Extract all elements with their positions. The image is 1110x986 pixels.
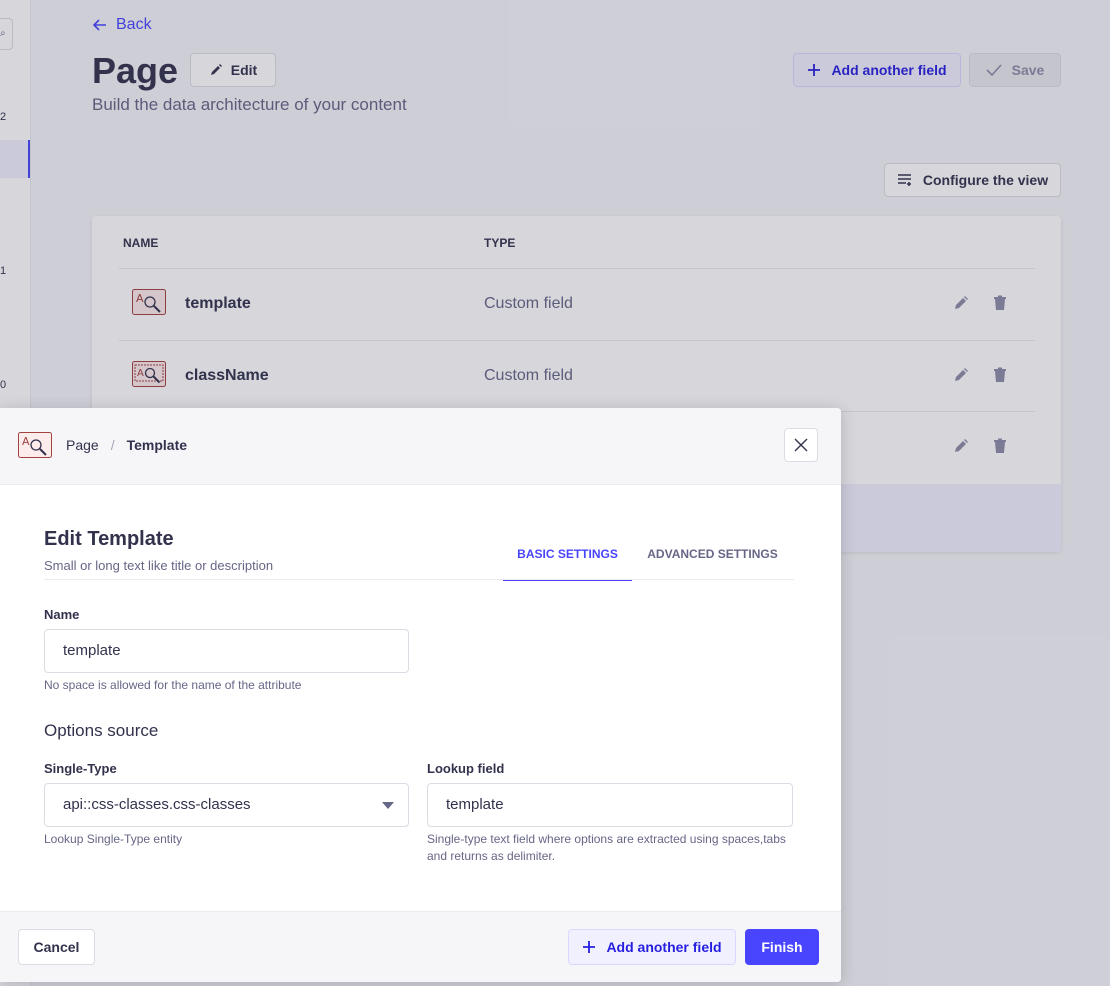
modal-footer: Cancel Add another field Finish [0,911,841,982]
add-field-label: Add another field [606,939,722,955]
breadcrumb-separator: / [110,437,115,453]
name-input[interactable]: template [44,629,409,673]
single-type-label: Single-Type [44,761,117,776]
single-type-value: api::css-classes.css-classes [63,796,251,813]
single-type-hint: Lookup Single-Type entity [44,832,183,846]
name-label: Name [44,607,80,622]
modal-header: A Page / Template [0,408,841,485]
lookup-field-label: Lookup field [427,761,505,776]
tab-basic-settings[interactable]: BASIC SETTINGS [503,545,632,581]
finish-button[interactable]: Finish [745,929,819,965]
close-button[interactable] [784,428,818,462]
tabs-divider [44,579,794,580]
breadcrumb-parent: Page [66,437,99,453]
tab-advanced-settings[interactable]: ADVANCED SETTINGS [640,545,785,579]
modal-subtitle: Small or long text like title or descrip… [44,558,274,573]
lookup-field-input[interactable]: template [427,783,793,827]
breadcrumb: Page / Template [66,437,187,453]
cancel-button[interactable]: Cancel [18,929,95,965]
name-hint: No space is allowed for the name of the … [44,678,302,692]
svg-text:A: A [22,435,30,448]
close-icon [794,438,808,452]
modal-title: Edit Template [44,528,174,550]
options-source-heading: Options source [44,721,159,740]
lookup-field-hint: Single-type text field where options are… [427,832,786,863]
edit-field-modal: A Page / Template Edit Template Small or… [0,408,841,982]
caret-down-icon [382,802,394,809]
single-type-select[interactable]: api::css-classes.css-classes [44,783,409,827]
breadcrumb-current: Template [126,437,188,453]
plus-icon [583,941,596,953]
add-another-field-button[interactable]: Add another field [568,929,736,965]
custom-field-icon: A [18,432,52,458]
